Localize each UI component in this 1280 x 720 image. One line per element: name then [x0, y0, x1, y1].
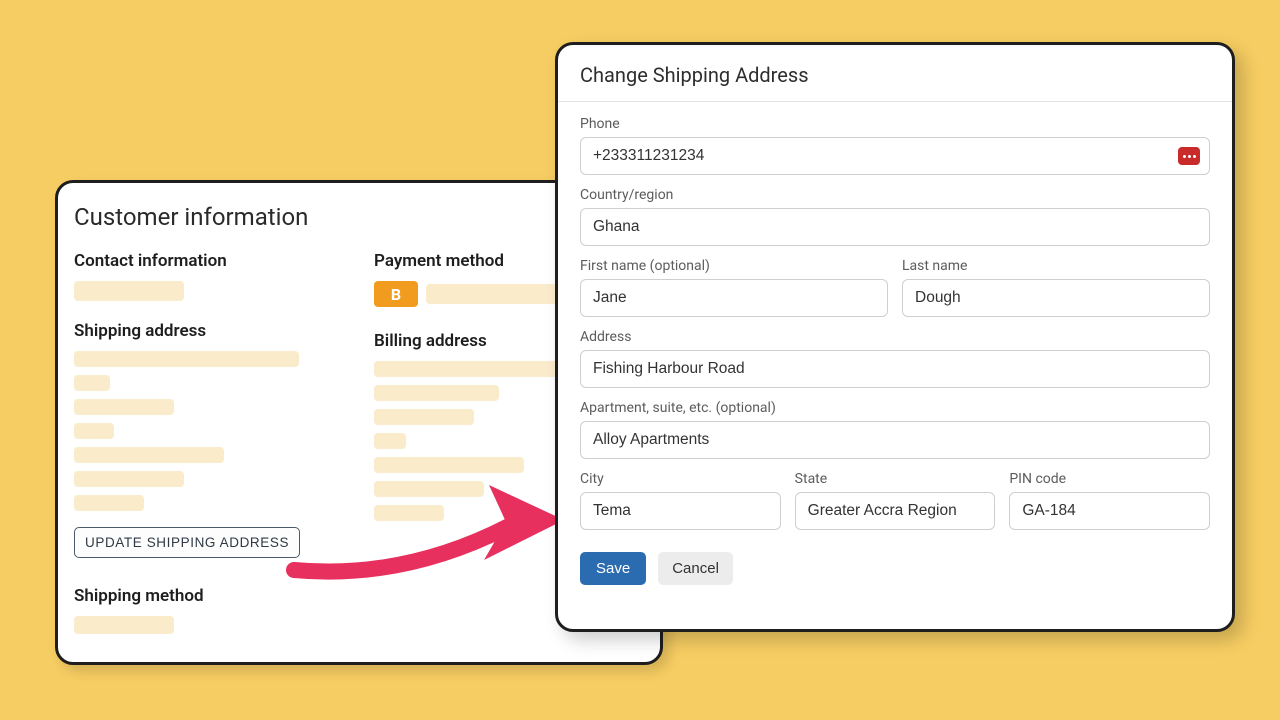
apartment-label: Apartment, suite, etc. (optional) [580, 400, 1210, 416]
skeleton-line [74, 399, 174, 415]
first-name-input[interactable] [580, 279, 888, 317]
last-name-label: Last name [902, 258, 1210, 274]
address-label: Address [580, 329, 1210, 345]
dialog-title: Change Shipping Address [580, 63, 1210, 87]
state-label: State [795, 471, 996, 487]
skeleton-line [74, 351, 299, 367]
skeleton-line [74, 281, 184, 301]
skeleton-line [74, 616, 174, 634]
skeleton-line [374, 361, 574, 377]
city-label: City [580, 471, 781, 487]
password-manager-icon[interactable] [1178, 147, 1200, 165]
phone-label: Phone [580, 116, 1210, 132]
contact-info-heading: Contact information [74, 251, 344, 271]
skeleton-line [374, 385, 499, 401]
skeleton-line [374, 481, 484, 497]
shipping-method-heading: Shipping method [74, 586, 344, 606]
skeleton-line [74, 495, 144, 511]
skeleton-line [74, 423, 114, 439]
change-shipping-address-dialog: Change Shipping Address Phone Country/re… [555, 42, 1235, 632]
last-name-input[interactable] [902, 279, 1210, 317]
skeleton-line [374, 409, 474, 425]
city-input[interactable] [580, 492, 781, 530]
cancel-button[interactable]: Cancel [658, 552, 733, 585]
skeleton-line [374, 433, 406, 449]
update-shipping-address-button[interactable]: UPDATE SHIPPING ADDRESS [74, 527, 300, 558]
skeleton-line [374, 505, 444, 521]
pin-label: PIN code [1009, 471, 1210, 487]
pin-input[interactable] [1009, 492, 1210, 530]
skeleton-line [74, 471, 184, 487]
phone-input[interactable] [580, 137, 1210, 175]
skeleton-line [374, 457, 524, 473]
address-input[interactable] [580, 350, 1210, 388]
save-button[interactable]: Save [580, 552, 646, 585]
shipping-address-heading: Shipping address [74, 321, 344, 341]
apartment-input[interactable] [580, 421, 1210, 459]
country-input[interactable] [580, 208, 1210, 246]
skeleton-line [74, 447, 224, 463]
country-label: Country/region [580, 187, 1210, 203]
skeleton-line [74, 375, 110, 391]
state-input[interactable] [795, 492, 996, 530]
payment-card-badge: B [374, 281, 418, 307]
first-name-label: First name (optional) [580, 258, 888, 274]
